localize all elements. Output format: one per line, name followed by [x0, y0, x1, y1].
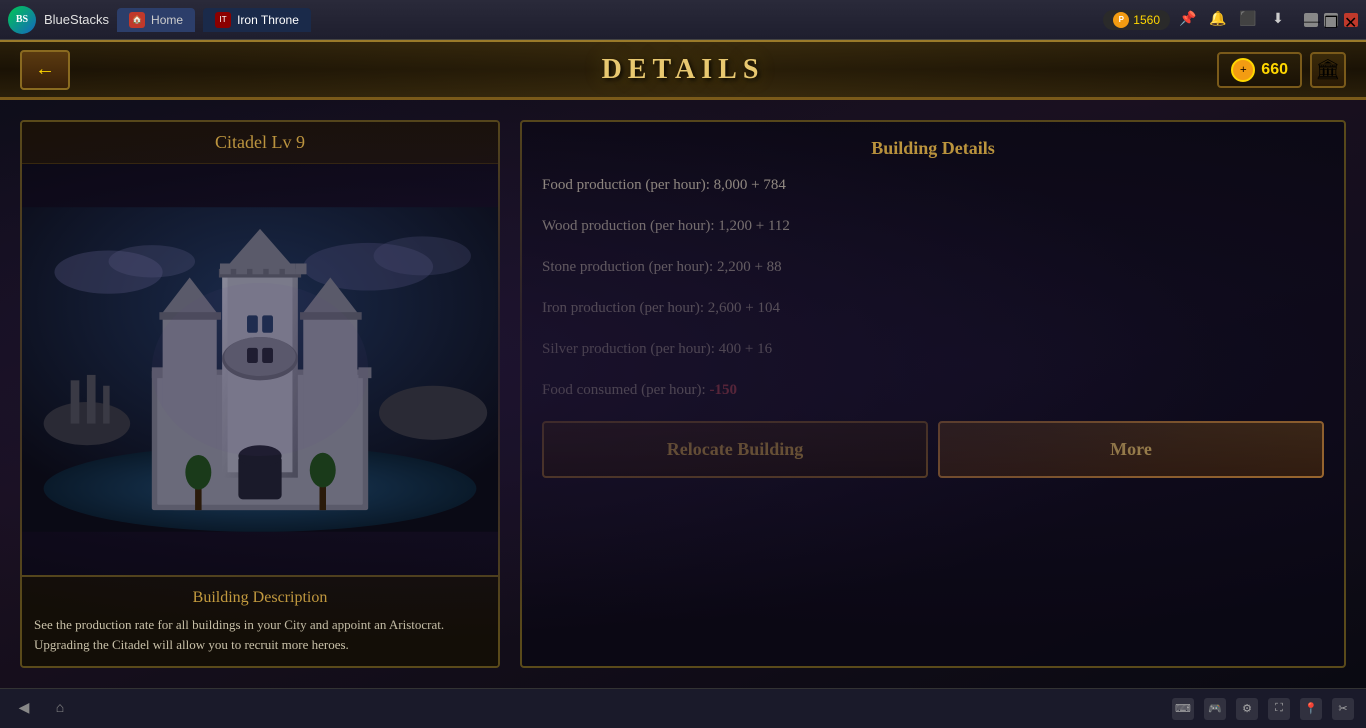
action-buttons: Relocate Building More	[542, 421, 1324, 478]
building-title: Citadel Lv 9	[22, 122, 498, 164]
pin-icon[interactable]: 📌	[1178, 10, 1198, 30]
left-panel: Citadel Lv 9	[20, 120, 500, 668]
bluestacks-logo: BS	[8, 6, 36, 34]
bank-icon[interactable]: 🏛	[1310, 52, 1346, 88]
tab-home-label: Home	[151, 13, 183, 27]
stat-food-consumed: Food consumed (per hour): -150	[542, 380, 1324, 401]
brand-name: BlueStacks	[44, 12, 109, 27]
settings-icon[interactable]: ⚙	[1236, 698, 1258, 720]
currency-badge: + 660	[1217, 52, 1302, 88]
expand-icon[interactable]: ⛶	[1268, 698, 1290, 720]
points-icon: P	[1113, 12, 1129, 28]
building-description-section: Building Description See the production …	[22, 575, 498, 666]
desc-text: See the production rate for all building…	[34, 615, 486, 654]
castle-svg	[22, 164, 498, 575]
main-content: Citadel Lv 9	[0, 100, 1366, 688]
right-panel: Building Details Food production (per ho…	[520, 120, 1346, 668]
tab-home[interactable]: 🏠 Home	[117, 8, 195, 32]
header-bar: ← DETAILS + 660 🏛	[0, 40, 1366, 100]
relocate-building-button[interactable]: Relocate Building	[542, 421, 928, 478]
home-tab-icon: 🏠	[129, 12, 145, 28]
download-icon[interactable]: ⬇	[1268, 10, 1288, 30]
back-nav-icon[interactable]: ◀	[12, 697, 36, 721]
page-title: DETAILS	[602, 54, 765, 86]
home-nav-icon[interactable]: ⌂	[48, 697, 72, 721]
titlebar: BS BlueStacks 🏠 Home IT Iron Throne P 15…	[0, 0, 1366, 40]
stat-silver-production: Silver production (per hour): 400 + 16	[542, 339, 1324, 360]
close-button[interactable]: ✕	[1344, 13, 1358, 27]
coin-icon: +	[1231, 58, 1255, 82]
currency-amount: 660	[1261, 61, 1288, 79]
food-consumed-value: -150	[709, 382, 737, 398]
camera-icon[interactable]: ⬛	[1238, 10, 1258, 30]
building-image	[22, 164, 498, 575]
system-icons: ⌨ 🎮 ⚙ ⛶ 📍 ✂	[1172, 698, 1354, 720]
stat-stone-production: Stone production (per hour): 2,200 + 88	[542, 257, 1324, 278]
tools-icon[interactable]: ✂	[1332, 698, 1354, 720]
window-controls: — ❐ ✕	[1304, 13, 1358, 27]
titlebar-controls: 📌 🔔 ⬛ ⬇	[1178, 10, 1288, 30]
game-tab-icon: IT	[215, 12, 231, 28]
details-title: Building Details	[542, 138, 1324, 159]
game-area: ← DETAILS + 660 🏛 Citadel Lv 9	[0, 40, 1366, 688]
details-panel: Building Details Food production (per ho…	[520, 120, 1346, 668]
minimize-button[interactable]: —	[1304, 13, 1318, 27]
stat-food-production: Food production (per hour): 8,000 + 784	[542, 175, 1324, 196]
desc-section-title: Building Description	[34, 589, 486, 607]
points-display: P 1560	[1103, 10, 1170, 30]
points-value: 1560	[1133, 13, 1160, 27]
back-button[interactable]: ←	[20, 50, 70, 90]
location-icon[interactable]: 📍	[1300, 698, 1322, 720]
gamepad-icon[interactable]: 🎮	[1204, 698, 1226, 720]
header-currency: + 660 🏛	[1217, 52, 1346, 88]
keyboard-icon[interactable]: ⌨	[1172, 698, 1194, 720]
stat-wood-production: Wood production (per hour): 1,200 + 112	[542, 216, 1324, 237]
restore-button[interactable]: ❐	[1324, 13, 1338, 27]
back-arrow-icon: ←	[35, 58, 55, 81]
more-button[interactable]: More	[938, 421, 1324, 478]
stat-iron-production: Iron production (per hour): 2,600 + 104	[542, 298, 1324, 319]
tab-iron-throne[interactable]: IT Iron Throne	[203, 8, 311, 32]
notification-icon[interactable]: 🔔	[1208, 10, 1228, 30]
tab-game-label: Iron Throne	[237, 13, 299, 27]
taskbar: ◀ ⌂ ⌨ 🎮 ⚙ ⛶ 📍 ✂	[0, 688, 1366, 728]
